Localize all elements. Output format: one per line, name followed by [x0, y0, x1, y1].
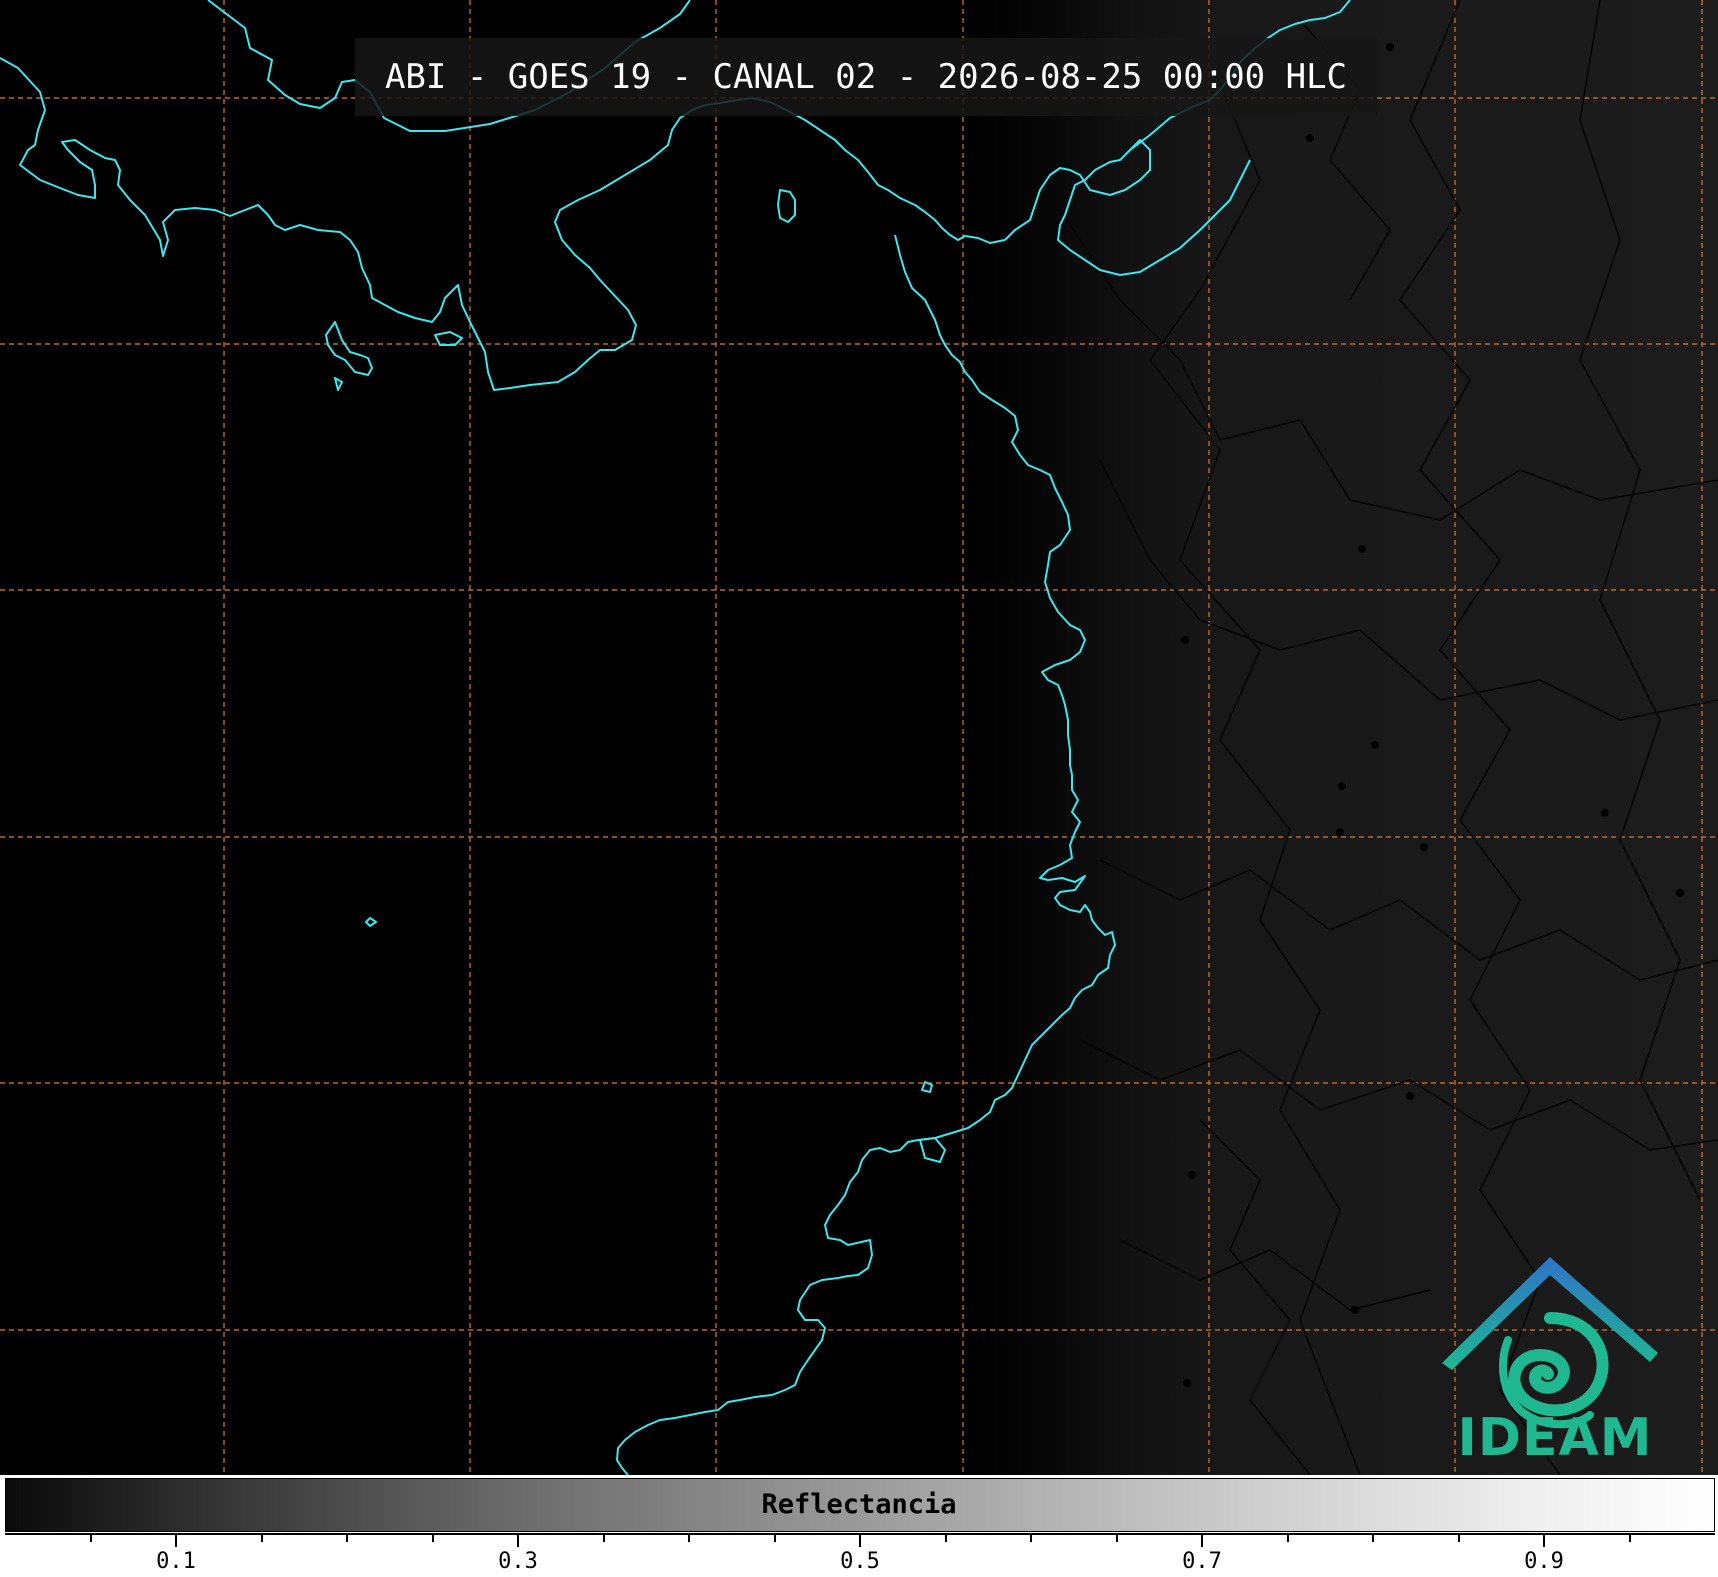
colorbar-minor-tick — [688, 1533, 690, 1542]
border-line — [1119, 1239, 1431, 1311]
colorbar-tick-label: 0.5 — [840, 1549, 880, 1574]
colorbar-minor-tick — [602, 1533, 605, 1542]
colorbar-minor-tick — [431, 1533, 434, 1542]
colorbar-minor-tick — [1286, 1533, 1289, 1542]
city-marker — [1676, 889, 1684, 897]
border-line — [1199, 1119, 1311, 1475]
city-marker — [1188, 1171, 1196, 1179]
border-line — [1149, 59, 1361, 1475]
island-small-1 — [434, 331, 463, 346]
island-gorgona — [919, 1137, 946, 1163]
colorbar-major-tick — [1543, 1533, 1545, 1547]
colorbar-minor-tick — [1115, 1533, 1118, 1542]
satellite-map: ABI - GOES 19 - CANAL 02 - 2026-08-25 00… — [0, 0, 1718, 1475]
border-line — [1059, 209, 1718, 521]
city-marker — [1386, 43, 1394, 51]
border-line — [1579, 0, 1701, 1201]
colorbar-minor-tick — [346, 1533, 348, 1542]
ideam-logo-text: IDEAM — [1457, 1408, 1653, 1468]
map-title: ABI - GOES 19 - CANAL 02 - 2026-08-25 00… — [384, 57, 1348, 97]
colorbar-minor-tick — [260, 1533, 263, 1542]
border-line — [1079, 1039, 1718, 1151]
city-marker — [1181, 636, 1189, 644]
colorbar-tick-label: 0.1 — [156, 1549, 196, 1574]
colorbar-minor-tick — [1372, 1533, 1374, 1542]
colorbar-label: Reflectancia — [761, 1489, 957, 1520]
island-small-3 — [365, 917, 377, 927]
border-line — [1099, 859, 1718, 981]
city-marker — [1336, 828, 1344, 836]
colorbar-minor-tick — [1628, 1533, 1631, 1542]
city-marker — [1338, 782, 1346, 790]
coastline-west-colombia — [616, 234, 1116, 1475]
colorbar-minor-tick — [1457, 1533, 1460, 1542]
island-pearl — [777, 189, 796, 223]
colorbar-major-tick — [1201, 1533, 1203, 1547]
coastline-colombia-north — [1004, 139, 1251, 276]
colorbar-major-tick — [517, 1533, 519, 1547]
colorbar-major-tick — [859, 1533, 861, 1547]
colorbar-tick-label: 0.3 — [498, 1549, 538, 1574]
colorbar-tick-label: 0.9 — [1524, 1549, 1564, 1574]
city-marker — [1371, 741, 1379, 749]
island-coiba — [325, 321, 373, 376]
city-marker — [1420, 843, 1428, 851]
city-marker — [1406, 1092, 1414, 1100]
colorbar-ticks: 0.1 0.3 0.5 0.7 0.9 — [0, 1533, 1718, 1577]
island-small-2 — [334, 377, 343, 391]
colorbar-minor-tick — [89, 1533, 92, 1542]
city-marker — [1183, 1379, 1191, 1387]
colorbar-minor-tick — [944, 1533, 947, 1542]
colorbar-major-tick — [175, 1533, 177, 1547]
colorbar-minor-tick — [1030, 1533, 1032, 1542]
colorbar-tick-label: 0.7 — [1182, 1549, 1222, 1574]
city-marker — [1306, 134, 1314, 142]
city-marker — [1351, 1306, 1359, 1314]
island-small-4 — [921, 1081, 933, 1093]
city-marker — [1601, 809, 1609, 817]
city-marker — [1358, 545, 1366, 553]
colorbar-minor-tick — [773, 1533, 776, 1542]
